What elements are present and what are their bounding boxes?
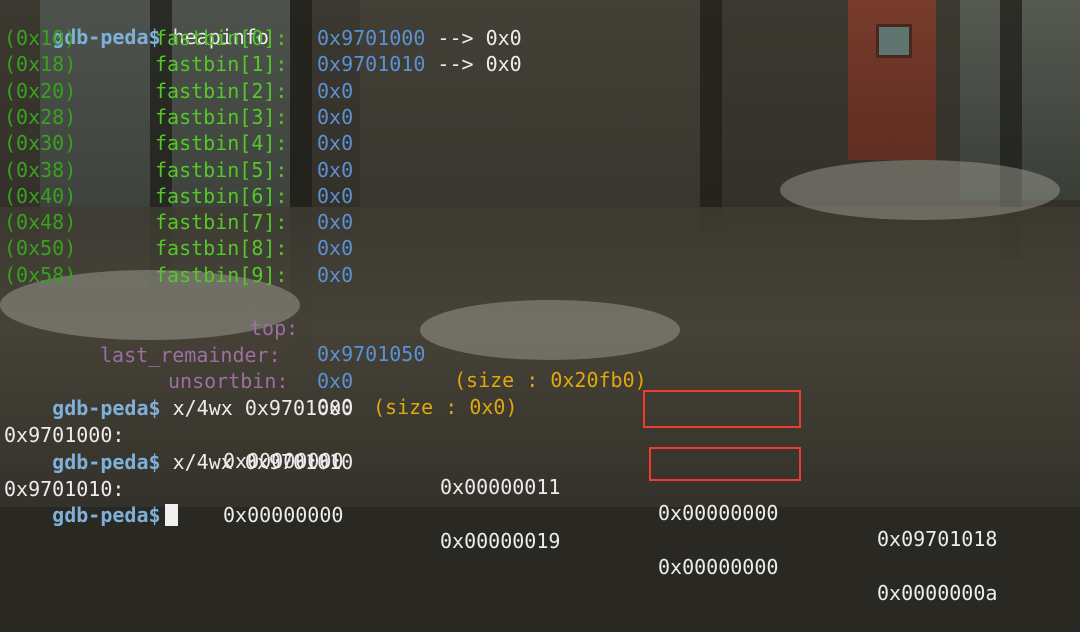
- last-remainder-label: last_remainder:: [100, 343, 281, 367]
- fastbin-label: fastbin[0]:: [155, 26, 288, 50]
- fastbin-value: 0x0: [317, 236, 354, 261]
- fastbin-value: 0x0: [317, 262, 354, 287]
- fastbin-value: 0x0: [317, 78, 354, 103]
- prompt-line[interactable]: gdb-peda$: [4, 476, 178, 527]
- fastbin-size: (0x30): [4, 131, 77, 156]
- fastbin-label: fastbin[5]:: [155, 157, 288, 182]
- memory-dump-row: 0x9701000: 0x00000000 0x00000011 0x00000…: [4, 396, 997, 551]
- last-remainder-line: last_remainder: 0x0 (size : 0x0): [4, 316, 518, 419]
- fastbin-value: 0x9701000 --> 0x0: [317, 26, 522, 50]
- fastbin-value: 0x9701010 --> 0x0: [317, 52, 522, 77]
- fastbin-label: fastbin[7]:: [155, 210, 288, 235]
- fastbin-label: fastbin[9]:: [155, 262, 288, 287]
- memory-word: 0x00000000: [658, 501, 779, 525]
- fastbin-label: fastbin[2]:: [155, 78, 288, 103]
- highlight-box: [643, 390, 801, 428]
- fastbin-size: (0x18): [4, 52, 77, 77]
- memory-word: 0x00000019: [440, 529, 561, 553]
- prompt-line: gdb-peda$ heapinfo: [4, 0, 269, 49]
- prompt: gdb-peda$: [52, 450, 161, 474]
- prompt-line: gdb-peda$ x/4wx 0x9701010: [4, 423, 353, 474]
- top-chunk-line: top: 0x9701050 (size : 0x20fb0): [4, 289, 647, 392]
- prompt-line: gdb-peda$ x/4wx 0x9701000: [4, 369, 353, 420]
- fastbin-value: 0x0: [317, 104, 354, 129]
- fastbin-label: fastbin[3]:: [155, 104, 288, 129]
- fastbin-size: (0x10): [4, 26, 77, 50]
- fastbin-size: (0x48): [4, 210, 77, 235]
- fastbin-size: (0x38): [4, 157, 77, 182]
- fastbin-label: fastbin[1]:: [155, 52, 288, 77]
- fastbin-label: fastbin[4]:: [155, 131, 288, 156]
- fastbin-label: fastbin[6]:: [155, 183, 288, 208]
- unsortbin-line: unsortbin: 0x0: [4, 342, 353, 419]
- fastbin-value: 0x0: [317, 210, 354, 235]
- text-cursor[interactable]: [164, 504, 178, 526]
- highlight-box: [649, 447, 801, 481]
- command-text: x/4wx 0x9701000: [172, 396, 354, 420]
- top-label: top:: [250, 316, 299, 340]
- terminal-window[interactable]: gdb-peda$ heapinfo (0x10) fastbin[0]: 0x97…: [0, 0, 1080, 605]
- fastbin-label: fastbin[8]:: [155, 236, 288, 261]
- memory-word: 0x00000000: [658, 555, 779, 579]
- fastbin-value: 0x0: [317, 183, 354, 208]
- command-text: x/4wx 0x9701010: [172, 450, 354, 474]
- fastbin-size: (0x50): [4, 236, 77, 261]
- fastbin-size: (0x20): [4, 78, 77, 103]
- fastbin-value: 0x0: [317, 131, 354, 156]
- fastbin-size: (0x40): [4, 183, 77, 208]
- last-remainder-size: (size : 0x0): [373, 395, 518, 419]
- memory-word: 0x0000000a: [877, 581, 998, 605]
- memory-word: 0x00000000: [223, 503, 344, 527]
- memory-word: 0x00000011: [440, 475, 561, 499]
- memory-dump-row: 0x9701010: 0x00000000 0x00000019 0x00000…: [4, 450, 997, 605]
- memory-word: 0x09701018: [877, 527, 998, 551]
- fastbin-value: 0x0: [317, 157, 354, 182]
- top-size: (size : 0x20fb0): [454, 368, 647, 392]
- top-value: 0x9701050: [317, 342, 426, 366]
- fastbin-size: (0x58): [4, 262, 77, 287]
- fastbin-size: (0x28): [4, 104, 77, 129]
- prompt: gdb-peda$: [52, 396, 161, 420]
